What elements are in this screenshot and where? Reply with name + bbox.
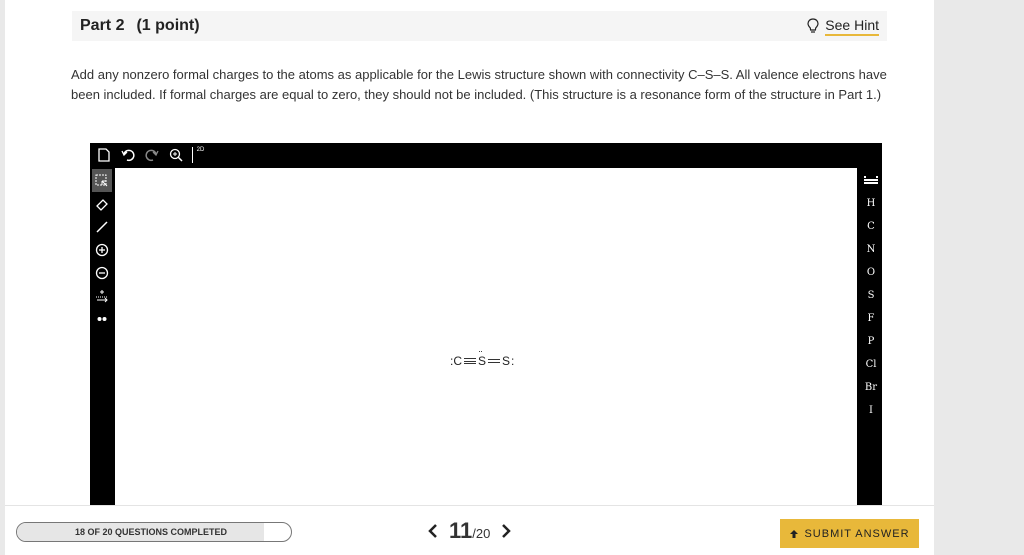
progress-bar: 18 OF 20 QUESTIONS COMPLETED	[16, 522, 292, 542]
select-icon[interactable]	[92, 169, 112, 192]
atom-sulfur-terminal[interactable]: S	[501, 354, 511, 368]
progress-label: 18 OF 20 QUESTIONS COMPLETED	[75, 527, 228, 537]
element-i-button[interactable]: I	[860, 399, 882, 422]
redo-icon[interactable]	[144, 147, 160, 163]
sketcher-toolbar: 2D	[90, 143, 882, 167]
see-hint-button[interactable]: See Hint	[807, 17, 879, 36]
part-header: Part 2 (1 point) See Hint	[72, 11, 887, 41]
lone-pair: :	[511, 354, 515, 368]
chevron-right-icon	[502, 524, 512, 538]
see-hint-label: See Hint	[825, 17, 879, 36]
footer-bar: 18 OF 20 QUESTIONS COMPLETED 11/20 SUBMI…	[5, 505, 934, 555]
molecule-sketcher: 2D: C S ·· S: H C N O S F P Cl Br I	[90, 143, 882, 505]
minus-charge-icon[interactable]	[92, 261, 112, 284]
element-n-button[interactable]: N	[860, 238, 882, 261]
submit-answer-button[interactable]: SUBMIT ANSWER	[780, 519, 919, 548]
submit-answer-label: SUBMIT ANSWER	[804, 527, 910, 540]
element-o-button[interactable]: O	[860, 261, 882, 284]
part-points: (1 point)	[136, 17, 200, 34]
next-question-button[interactable]	[498, 519, 514, 543]
element-palette: H C N O S F P Cl Br I	[860, 169, 882, 422]
element-f-button[interactable]: F	[860, 307, 882, 330]
new-document-icon[interactable]	[96, 147, 112, 163]
part-title: Part 2	[80, 17, 125, 34]
question-page: Part 2 (1 point) See Hint Add any nonzer…	[5, 0, 934, 555]
question-text: Add any nonzero formal charges to the at…	[71, 67, 887, 102]
sketcher-left-tools	[92, 169, 112, 330]
total-pages: /20	[472, 526, 491, 541]
eraser-icon[interactable]	[92, 192, 112, 215]
double-bond[interactable]	[488, 359, 501, 363]
undo-icon[interactable]	[120, 147, 136, 163]
atom-sulfur-central[interactable]: S ··	[477, 346, 487, 368]
lone-pair: ··	[478, 346, 483, 356]
zoom-icon[interactable]	[168, 147, 184, 163]
chevron-left-icon	[428, 524, 437, 538]
triple-bond[interactable]	[464, 358, 477, 364]
element-cl-button[interactable]: Cl	[860, 353, 882, 376]
atom-carbon[interactable]: C	[452, 354, 463, 368]
element-p-button[interactable]: P	[860, 330, 882, 353]
plus-charge-icon[interactable]	[92, 238, 112, 261]
element-br-button[interactable]: Br	[860, 376, 882, 399]
page-indicator: 11/20	[449, 518, 490, 544]
atom-sulfur-central-label: S	[478, 354, 487, 368]
element-c-button[interactable]: C	[860, 215, 882, 238]
element-s-button[interactable]: S	[860, 284, 882, 307]
lightbulb-icon	[807, 18, 819, 33]
lone-pair-icon[interactable]	[92, 307, 112, 330]
upload-arrow-icon	[790, 529, 799, 538]
2d-clean-icon[interactable]: 2D	[192, 147, 208, 163]
current-page-number: 11	[449, 518, 473, 543]
lewis-structure[interactable]: : C S ·· S :	[450, 346, 515, 368]
move-charge-icon[interactable]	[92, 284, 112, 307]
question-pager: 11/20	[425, 518, 514, 544]
bond-icon[interactable]	[92, 215, 112, 238]
drawing-canvas[interactable]: : C S ·· S :	[115, 168, 857, 505]
periodic-table-icon[interactable]	[860, 169, 882, 192]
2d-clean-label: 2D	[196, 147, 205, 153]
element-h-button[interactable]: H	[860, 192, 882, 215]
previous-question-button[interactable]	[425, 519, 441, 543]
